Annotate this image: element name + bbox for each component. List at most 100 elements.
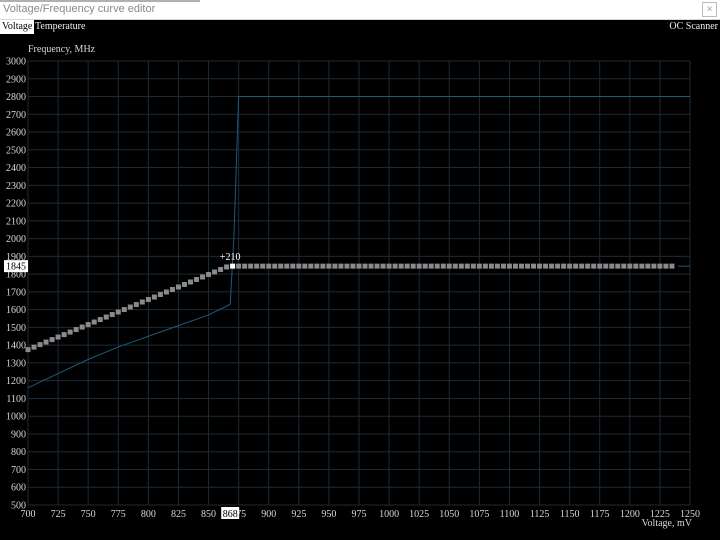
curve-point[interactable] (416, 263, 422, 269)
curve-point[interactable] (651, 263, 657, 269)
curve-point[interactable] (621, 263, 627, 269)
curve-point[interactable] (374, 263, 380, 269)
curve-point[interactable] (302, 263, 308, 269)
curve-point[interactable] (494, 263, 500, 269)
curve-point[interactable] (410, 263, 416, 269)
curve-point[interactable] (61, 332, 67, 338)
curve-point[interactable] (506, 263, 512, 269)
curve-point[interactable] (157, 292, 163, 298)
curve-point[interactable] (91, 319, 97, 325)
curve-point[interactable] (639, 263, 645, 269)
curve-point[interactable] (163, 289, 169, 295)
tab-voltage[interactable]: Voltage (0, 20, 35, 34)
curve-point[interactable] (380, 263, 386, 269)
curve-point[interactable] (615, 263, 621, 269)
curve-point[interactable] (567, 263, 573, 269)
curve-point[interactable] (254, 263, 260, 269)
curve-point[interactable] (603, 263, 609, 269)
curve-point[interactable] (627, 263, 633, 269)
curve-point[interactable] (452, 263, 458, 269)
curve-point[interactable] (440, 263, 446, 269)
curve-point[interactable] (579, 263, 585, 269)
curve-point[interactable] (145, 297, 151, 303)
curve-point[interactable] (356, 263, 362, 269)
curve-point[interactable] (332, 263, 338, 269)
curve-point[interactable] (284, 263, 290, 269)
curve-point[interactable] (97, 317, 103, 323)
curve-point[interactable] (194, 276, 200, 282)
curve-point[interactable] (458, 263, 464, 269)
curve-point[interactable] (314, 263, 320, 269)
curve-point[interactable] (139, 299, 145, 305)
curve-point[interactable] (434, 263, 440, 269)
curve-point[interactable] (573, 263, 579, 269)
curve-point[interactable] (260, 263, 266, 269)
curve-point[interactable] (555, 263, 561, 269)
curve-point[interactable] (175, 284, 181, 290)
curve-point[interactable] (585, 263, 591, 269)
curve-point[interactable] (25, 347, 31, 353)
curve-point[interactable] (392, 263, 398, 269)
curve-point[interactable] (404, 263, 410, 269)
curve-point[interactable] (242, 263, 248, 269)
curve-point[interactable] (543, 263, 549, 269)
curve-point[interactable] (43, 339, 49, 345)
curve-point[interactable] (482, 263, 488, 269)
curve-point[interactable] (187, 279, 193, 285)
curve-points[interactable] (25, 263, 675, 353)
curve-point[interactable] (338, 263, 344, 269)
curve-point[interactable] (531, 263, 537, 269)
curve-point[interactable] (37, 342, 43, 348)
curve-point[interactable] (476, 263, 482, 269)
curve-point[interactable] (500, 263, 506, 269)
curve-point[interactable] (55, 334, 61, 340)
curve-point[interactable] (669, 263, 675, 269)
curve-point[interactable] (31, 344, 37, 350)
curve-point[interactable] (464, 263, 470, 269)
curve-point[interactable] (79, 324, 85, 330)
curve-point[interactable] (206, 271, 212, 277)
curve-point[interactable] (266, 263, 272, 269)
curve-point[interactable] (308, 263, 314, 269)
curve-point[interactable] (121, 307, 127, 313)
curve-point[interactable] (272, 263, 278, 269)
curve-point[interactable] (525, 263, 531, 269)
tab-temperature[interactable]: Temperature (33, 20, 87, 34)
curve-point[interactable] (115, 309, 121, 315)
curve-point[interactable] (320, 263, 326, 269)
curve-point[interactable] (181, 281, 187, 287)
curve-point[interactable] (512, 263, 518, 269)
cursor-point[interactable] (230, 263, 236, 269)
curve-point[interactable] (85, 322, 91, 328)
curve-point[interactable] (537, 263, 543, 269)
curve-point[interactable] (326, 263, 332, 269)
curve-point[interactable] (518, 263, 524, 269)
curve-point[interactable] (344, 263, 350, 269)
curve-point[interactable] (368, 263, 374, 269)
close-icon[interactable]: × (702, 2, 717, 17)
curve-point[interactable] (561, 263, 567, 269)
curve-point[interactable] (212, 269, 218, 275)
curve-point[interactable] (103, 314, 109, 320)
curve-point[interactable] (290, 263, 296, 269)
vf-curve-chart[interactable]: 5006007008009001000110012001300140015001… (0, 34, 720, 540)
curve-point[interactable] (278, 263, 284, 269)
curve-point[interactable] (296, 263, 302, 269)
curve-point[interactable] (422, 263, 428, 269)
curve-point[interactable] (645, 263, 651, 269)
curve-point[interactable] (663, 263, 669, 269)
curve-point[interactable] (49, 337, 55, 343)
curve-point[interactable] (350, 263, 356, 269)
curve-point[interactable] (127, 304, 133, 310)
curve-point[interactable] (428, 263, 434, 269)
curve-point[interactable] (218, 266, 224, 272)
curve-point[interactable] (470, 263, 476, 269)
curve-point[interactable] (248, 263, 254, 269)
curve-point[interactable] (446, 263, 452, 269)
curve-point[interactable] (236, 263, 242, 269)
curve-point[interactable] (362, 263, 368, 269)
curve-point[interactable] (591, 263, 597, 269)
curve-point[interactable] (398, 263, 404, 269)
curve-point[interactable] (67, 329, 73, 335)
curve-point[interactable] (488, 263, 494, 269)
